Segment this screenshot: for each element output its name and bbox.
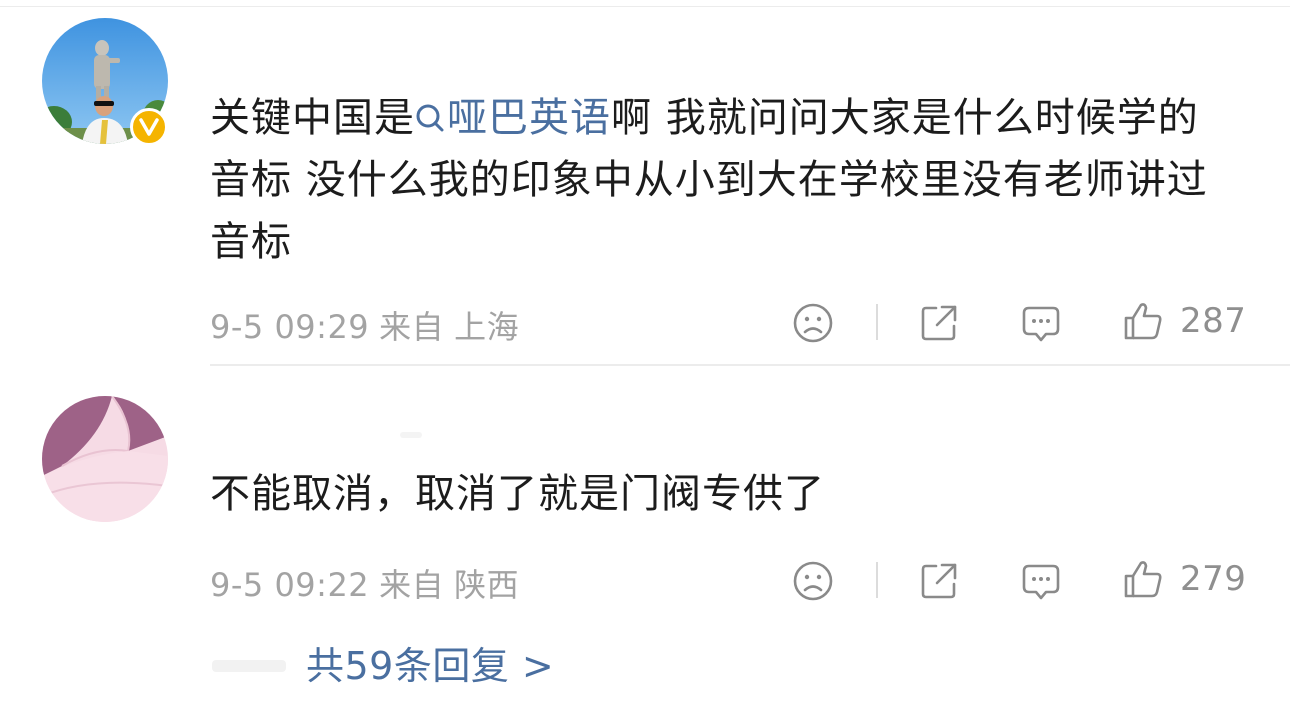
username-placeholder <box>400 432 422 438</box>
comment-location: 陕西 <box>454 566 520 604</box>
comment-text-body: 不能取消，取消了就是门阀专供了 <box>210 471 825 517</box>
sad-face-icon <box>793 561 833 601</box>
like-button[interactable]: 279 <box>1122 558 1246 600</box>
dislike-button[interactable] <box>792 560 834 602</box>
share-icon <box>921 563 957 599</box>
comment-text: 不能取消，取消了就是门阀专供了 <box>210 463 1220 525</box>
share-button[interactable] <box>918 560 960 602</box>
avatar-image <box>42 396 168 522</box>
view-replies-link[interactable]: 共59条回复 > <box>306 636 554 696</box>
from-label: 来自 <box>379 566 445 604</box>
comment-button[interactable] <box>1020 560 1062 602</box>
reply-preview-placeholder <box>212 660 286 672</box>
comment-item-2: 不能取消，取消了就是门阀专供了 9-5 09:22 来自 陕西 279 <box>0 0 1290 704</box>
comment-date: 9-5 09:22 <box>210 566 370 604</box>
comment-meta: 9-5 09:22 来自 陕西 <box>210 560 529 606</box>
thumbs-up-icon <box>1124 561 1162 598</box>
like-count: 279 <box>1180 559 1247 599</box>
comment-icon <box>1022 564 1060 600</box>
action-separator <box>876 562 878 598</box>
avatar[interactable] <box>42 396 168 522</box>
